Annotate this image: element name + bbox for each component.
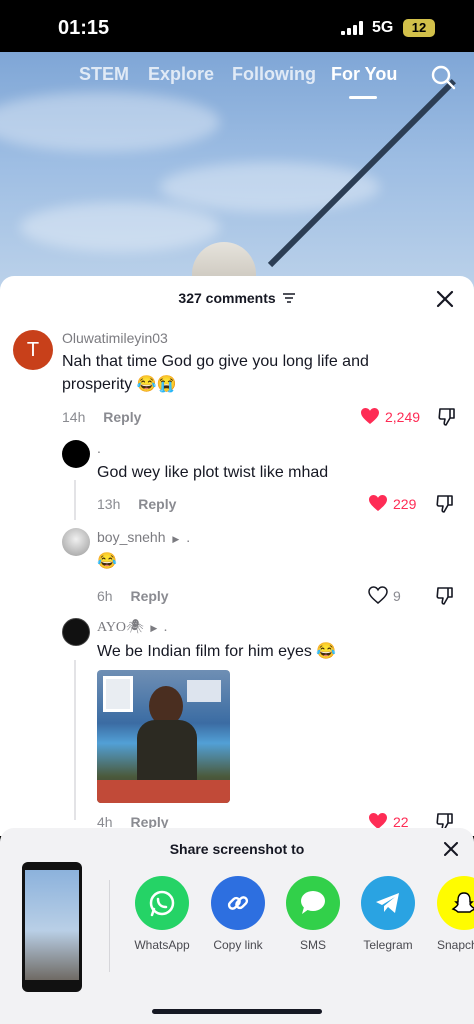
share-app-label: Telegram bbox=[363, 938, 413, 952]
status-time: 01:15 bbox=[58, 17, 110, 39]
reply-thread-line bbox=[74, 480, 76, 520]
comment-time: 14h bbox=[62, 409, 86, 425]
comment-meta: 6h Reply bbox=[97, 588, 169, 604]
avatar[interactable] bbox=[62, 528, 90, 556]
link-icon bbox=[211, 876, 265, 930]
share-sms[interactable]: SMS bbox=[273, 876, 353, 952]
close-icon[interactable] bbox=[444, 842, 458, 856]
share-whatsapp[interactable]: WhatsApp bbox=[122, 876, 202, 952]
dislike-icon[interactable] bbox=[436, 494, 454, 514]
share-app-label: WhatsApp bbox=[134, 938, 190, 952]
share-app-label: Copy link bbox=[213, 938, 263, 952]
comments-sheet: 327 comments T Oluwatimileyin03 Nah that… bbox=[0, 276, 474, 836]
reply-arrow-icon: ▶ bbox=[172, 534, 180, 544]
network-label: 5G bbox=[372, 19, 394, 36]
comment-time: 13h bbox=[97, 496, 121, 512]
tab-explore[interactable]: Explore bbox=[148, 64, 214, 85]
comment-text: Nah that time God go give you long life … bbox=[62, 353, 369, 370]
home-indicator bbox=[152, 1009, 322, 1014]
share-divider bbox=[109, 880, 110, 972]
avatar[interactable]: T bbox=[13, 330, 53, 370]
comment-username-row[interactable]: boy_snehh ▶ . bbox=[97, 529, 190, 545]
comment-username: boy_snehh bbox=[97, 529, 166, 545]
avatar[interactable] bbox=[62, 618, 90, 646]
dislike-icon[interactable] bbox=[438, 407, 456, 427]
comment-meta: 14h Reply bbox=[62, 409, 141, 425]
comment-text-line2: prosperity 😂😭 bbox=[62, 376, 177, 393]
message-icon bbox=[286, 876, 340, 930]
snapchat-icon bbox=[437, 876, 474, 930]
comment-username[interactable]: Oluwatimileyin03 bbox=[62, 330, 168, 346]
signal-icon bbox=[341, 21, 365, 35]
share-copy-link[interactable]: Copy link bbox=[198, 876, 278, 952]
close-icon[interactable] bbox=[436, 290, 454, 308]
telegram-icon bbox=[361, 876, 415, 930]
reply-to-username: . bbox=[186, 529, 191, 545]
screenshot-thumbnail[interactable] bbox=[22, 862, 82, 992]
heart-filled-icon[interactable] bbox=[368, 494, 388, 512]
comments-count: 327 comments bbox=[178, 290, 276, 306]
comment-username[interactable]: . bbox=[97, 440, 101, 456]
like-count: 229 bbox=[393, 496, 417, 512]
comment-text: God wey like plot twist like mhad bbox=[97, 464, 329, 481]
heart-filled-icon[interactable] bbox=[360, 407, 380, 425]
filter-icon[interactable] bbox=[282, 292, 296, 304]
like-count: 9 bbox=[393, 588, 401, 604]
top-nav: STEM Explore Following For You bbox=[0, 64, 474, 99]
tab-for-you[interactable]: For You bbox=[331, 64, 397, 85]
share-snapchat[interactable]: Snapchat bbox=[423, 876, 474, 952]
share-app-label: Snapchat bbox=[437, 938, 474, 952]
comments-header: 327 comments bbox=[0, 290, 474, 306]
comment-image[interactable] bbox=[97, 670, 230, 803]
status-bar: 01:15 5G 12 bbox=[0, 0, 474, 52]
share-panel: Share screenshot to WhatsApp Copy link S… bbox=[0, 828, 474, 1024]
battery-level: 12 bbox=[411, 20, 427, 35]
reply-button[interactable]: Reply bbox=[130, 588, 168, 604]
reply-arrow-icon: ▶ bbox=[150, 623, 158, 633]
tab-following[interactable]: Following bbox=[232, 64, 316, 85]
battery-icon: 12 bbox=[403, 19, 435, 37]
comment-text: 😂 bbox=[97, 553, 117, 570]
avatar[interactable] bbox=[62, 440, 90, 468]
like-count: 2,249 bbox=[385, 409, 421, 425]
dislike-icon[interactable] bbox=[436, 586, 454, 606]
share-telegram[interactable]: Telegram bbox=[348, 876, 428, 952]
comment-meta: 13h Reply bbox=[97, 496, 176, 512]
heart-outline-icon[interactable] bbox=[368, 586, 388, 604]
comment-time: 6h bbox=[97, 588, 113, 604]
share-app-label: SMS bbox=[299, 938, 326, 952]
reply-thread-line bbox=[74, 660, 76, 820]
search-icon[interactable] bbox=[430, 64, 456, 90]
share-title: Share screenshot to bbox=[169, 841, 305, 857]
active-tab-indicator bbox=[349, 96, 377, 99]
reply-button[interactable]: Reply bbox=[138, 496, 176, 512]
tab-stem[interactable]: STEM bbox=[79, 64, 129, 85]
whatsapp-icon bbox=[135, 876, 189, 930]
comment-text: We be Indian film for him eyes 😂 bbox=[97, 643, 337, 660]
comment-username: AYO🕷 bbox=[97, 620, 144, 635]
comment-username-row[interactable]: AYO🕷 ▶ . bbox=[97, 619, 167, 636]
reply-button[interactable]: Reply bbox=[103, 409, 141, 425]
reply-to-username: . bbox=[163, 620, 168, 635]
